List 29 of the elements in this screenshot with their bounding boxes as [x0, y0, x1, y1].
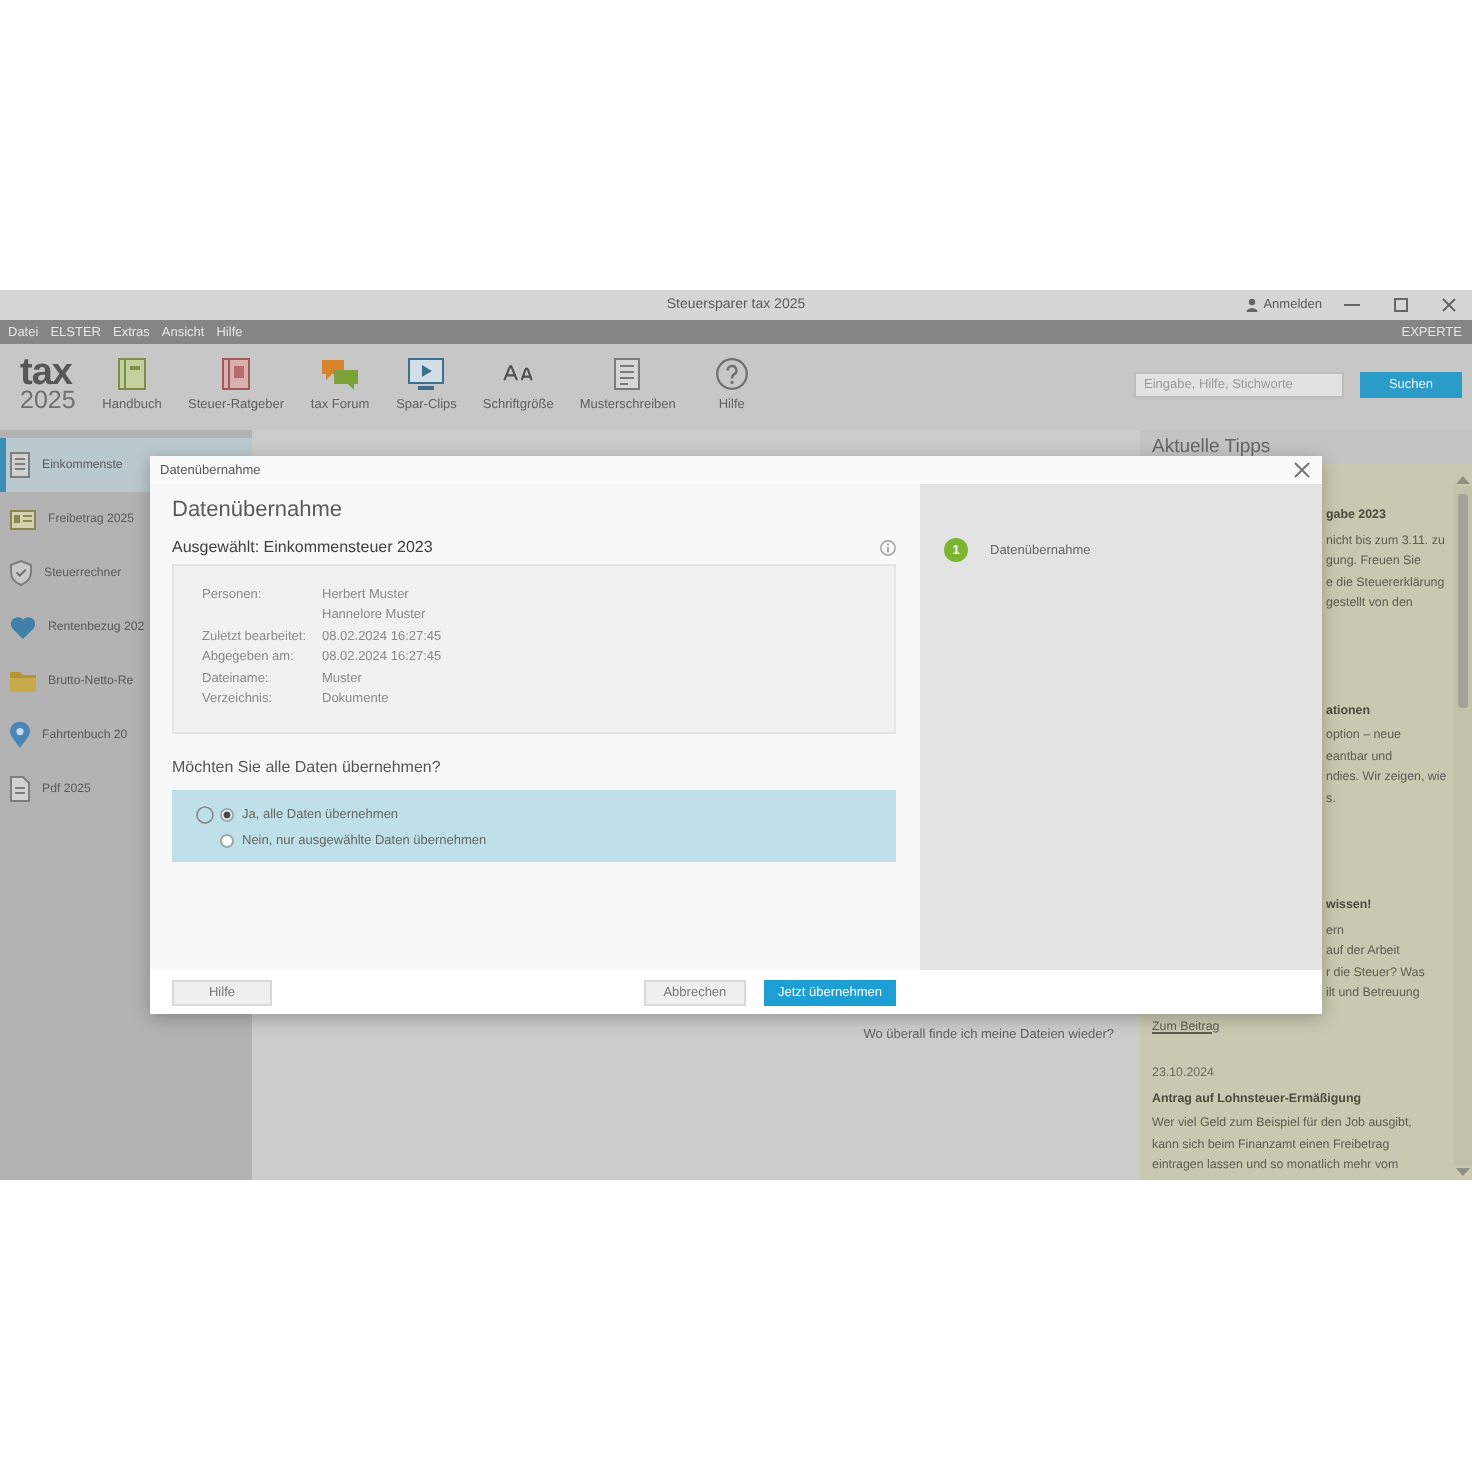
help-icon	[715, 358, 748, 390]
speech-bubbles-icon	[322, 358, 359, 390]
shield-icon	[10, 560, 32, 586]
radio-button[interactable]	[220, 833, 234, 847]
book-icon	[222, 358, 251, 390]
map-pin-icon	[10, 722, 30, 748]
info-icon[interactable]	[880, 539, 896, 555]
heart-icon	[10, 615, 36, 639]
logo-name: tax	[20, 357, 73, 387]
selection-label: Ausgewählt: Einkommensteuer 2023	[172, 538, 433, 556]
book-icon	[118, 358, 146, 390]
folder-icon	[10, 670, 36, 692]
card-icon	[10, 509, 36, 529]
scrollbar-thumb[interactable]	[1458, 494, 1468, 708]
logo-year: 2025	[20, 387, 78, 413]
close-icon	[1441, 298, 1455, 312]
radio-button[interactable]	[220, 807, 234, 821]
question-label: Möchten Sie alle Daten übernehmen?	[172, 755, 441, 777]
minimize-icon	[1344, 304, 1360, 306]
close-icon	[1293, 462, 1309, 478]
maximize-icon	[1393, 298, 1407, 312]
person-icon	[1245, 298, 1258, 312]
close-button[interactable]	[1292, 461, 1310, 479]
dialog-heading: Datenübernahme	[172, 498, 343, 524]
monitor-play-icon	[408, 358, 445, 390]
document-icon	[10, 452, 30, 478]
tips-title: Aktuelle Tipps	[1152, 436, 1271, 458]
document-icon	[10, 776, 30, 802]
document-icon	[614, 358, 641, 390]
